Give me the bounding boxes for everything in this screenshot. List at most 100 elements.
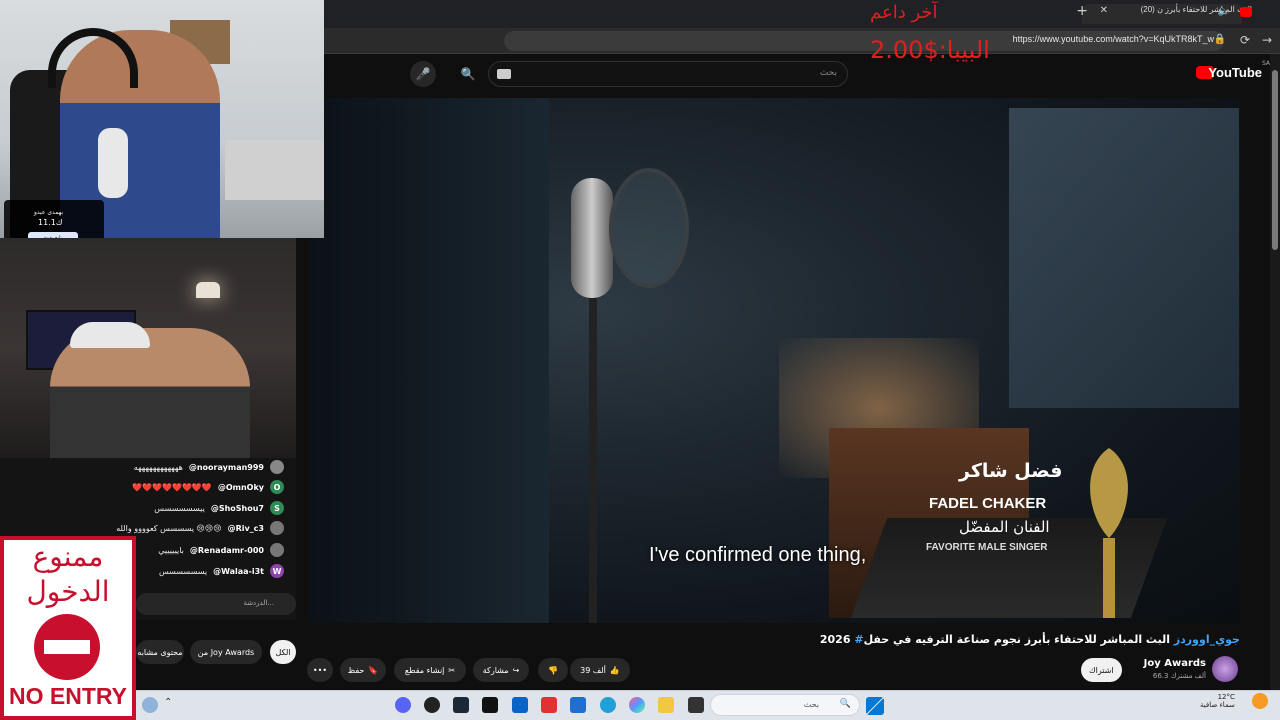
second-webcam <box>0 238 296 458</box>
chat-text: باييييييي <box>158 545 184 555</box>
tab-title: (20) البث المباشر للاحتفاء بأبرز ن <box>1140 5 1252 14</box>
new-tab-icon[interactable]: + <box>1076 3 1088 19</box>
search-placeholder: بحث <box>819 68 837 78</box>
weather-temp: 12°C <box>1217 693 1235 701</box>
chat-avatar <box>270 521 284 535</box>
edge-icon[interactable] <box>600 697 616 713</box>
channel-avatar[interactable] <box>1212 656 1238 682</box>
share-label: مشاركة <box>482 665 509 675</box>
scrollbar-thumb[interactable] <box>1272 70 1278 250</box>
windows-taskbar <box>136 690 1280 720</box>
video-title-text: البث المباشر للاحتفاء بأبرز نجوم صناعة ا… <box>863 633 1170 646</box>
address-bar: https://www.youtube.com/watch?v=KqUkTR8k… <box>324 28 1280 54</box>
chat-text: ييسسسسسس <box>154 503 205 513</box>
webcam-lamp <box>196 282 220 298</box>
chat-avatar: W <box>270 564 284 578</box>
speaker-icon[interactable]: 🔈 <box>1218 6 1230 17</box>
chat-username[interactable]: @Walaa-i3t <box>213 567 264 576</box>
taskbar-search[interactable]: بحث 🔍 <box>710 694 860 716</box>
clip-button[interactable]: إنشاء مقطع ✂ <box>394 658 466 682</box>
gift-icon[interactable] <box>541 697 557 713</box>
chat-message: باييييييي @Renadamr-000 <box>158 543 284 557</box>
last-donor-amount: 2.00$:البيبا <box>870 36 990 64</box>
last-donor-label: آخر داعم <box>870 2 938 23</box>
trophy-icon <box>1090 448 1128 618</box>
webcam-cap <box>70 322 150 348</box>
subscriber-count: 66.3 ألف مشترك <box>1152 672 1206 680</box>
thumbs-up-icon: 👍 <box>609 665 620 675</box>
scissors-icon: ✂ <box>448 665 456 675</box>
close-tab-icon[interactable]: ✕ <box>1100 5 1108 16</box>
chat-message: ييسسسسسس @ShoShou7 S <box>154 501 284 515</box>
microphone-icon <box>98 128 128 198</box>
url-text: https://www.youtube.com/watch?v=KqUkTR8k… <box>1012 34 1214 44</box>
channel-name[interactable]: Joy Awards <box>1144 658 1206 669</box>
windows-start-icon[interactable] <box>866 697 884 715</box>
video-scene-pop-filter <box>609 168 689 288</box>
copilot-icon[interactable] <box>629 697 645 713</box>
chip-from-channel[interactable]: من Joy Awards <box>190 640 262 664</box>
no-entry-icon-bar <box>44 640 90 654</box>
chip-all[interactable]: الكل <box>270 640 296 664</box>
discord-icon[interactable] <box>395 697 411 713</box>
app-icon[interactable] <box>688 697 704 713</box>
save-label: حفظ <box>347 665 365 675</box>
weather-sun-icon <box>1252 693 1268 709</box>
chat-username[interactable]: @OmnOky <box>218 483 264 492</box>
obs-icon[interactable] <box>424 697 440 713</box>
chat-message: يسسسسسس @Walaa-i3t W <box>159 564 284 578</box>
search-input[interactable]: بحث <box>488 61 848 87</box>
keyboard-icon[interactable] <box>497 69 511 79</box>
site-info-icon[interactable]: 🔒 <box>1214 34 1226 45</box>
chat-input[interactable]: الدردشة... <box>136 593 296 615</box>
clip-label: إنشاء مقطع <box>404 665 445 675</box>
bookmark-icon: 🔖 <box>368 665 379 675</box>
subscribe-button[interactable]: اشتراك <box>1081 658 1122 682</box>
video-title-year: 2026 <box>819 633 851 646</box>
file-explorer-icon[interactable] <box>658 697 674 713</box>
save-button[interactable]: حفظ 🔖 <box>340 658 386 682</box>
chat-message: ههههههههههههه @noorayman999 <box>134 460 284 474</box>
more-actions-icon[interactable]: ••• <box>307 658 333 682</box>
chip-similar[interactable]: محتوى مشابه <box>136 640 184 664</box>
chat-avatar: S <box>270 501 284 515</box>
dislike-button[interactable]: 👎 <box>538 658 568 682</box>
chat-text: ❤️❤️❤️❤️❤️❤️❤️❤️ <box>132 482 212 492</box>
chat-message: ❤️❤️❤️❤️❤️❤️❤️❤️ @OmnOky O <box>132 480 284 494</box>
streamer-badge-name: بهمدى عبدو <box>34 209 64 216</box>
outlook-icon[interactable] <box>512 697 528 713</box>
chat-username[interactable]: @noorayman999 <box>189 463 264 472</box>
steam-icon[interactable] <box>453 697 469 713</box>
share-icon: ↪ <box>512 665 520 675</box>
chat-avatar: O <box>270 480 284 494</box>
chat-username[interactable]: @Renadamr-000 <box>190 546 264 555</box>
voice-search-icon[interactable]: 🎤 <box>410 61 436 87</box>
video-player[interactable]: فضل شاكر FADEL CHAKER الفنان المفضّل FAV… <box>309 98 1240 623</box>
logo-region: SA <box>1261 60 1270 67</box>
capcut-icon[interactable] <box>482 697 498 713</box>
chat-avatar <box>270 543 284 557</box>
award-category-arabic: الفنان المفضّل <box>959 518 1050 536</box>
search-icon: 🔍 <box>839 699 851 709</box>
taskbar-search-placeholder: بحث <box>803 700 819 709</box>
reload-icon[interactable]: ⟳ <box>1240 33 1250 47</box>
no-entry-arabic-line1: ممنوع <box>32 540 104 573</box>
store-icon[interactable] <box>570 697 586 713</box>
chat-username[interactable]: @Riv_c3 <box>228 524 264 533</box>
chat-username[interactable]: @ShoShou7 <box>211 504 264 513</box>
chat-text: يسسسسسس <box>158 566 208 576</box>
video-scene-mic-stand <box>589 298 597 623</box>
youtube-logo-text[interactable]: YouTube <box>1208 65 1262 80</box>
share-button[interactable]: مشاركة ↪ <box>473 658 529 682</box>
search-icon[interactable]: 🔍 <box>455 61 481 87</box>
video-caption: I've confirmed one thing, <box>649 544 867 566</box>
youtube-header: 🎤 بحث 🔍 YouTube SA ☰ <box>324 54 1280 94</box>
no-entry-arabic-line2: الدخول <box>26 575 110 608</box>
streamer-badge-count: 11.1ك <box>38 218 63 227</box>
video-scene-window <box>1009 108 1239 408</box>
weather-widget[interactable]: 12°C سماء صافية <box>1200 693 1235 709</box>
network-icon[interactable] <box>142 697 158 713</box>
forward-icon[interactable]: → <box>1262 33 1272 47</box>
like-button[interactable]: 39 ألف 👍 <box>570 658 630 682</box>
chevron-up-icon[interactable]: ⌃ <box>164 697 172 708</box>
